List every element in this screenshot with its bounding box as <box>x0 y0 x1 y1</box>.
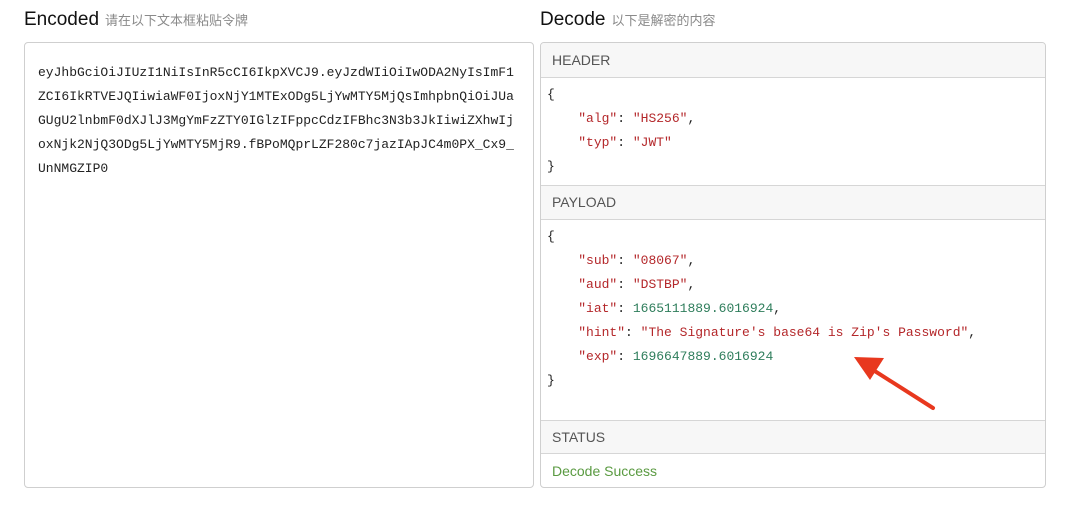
json-key-typ: "typ" <box>578 135 618 150</box>
brace-open: { <box>547 229 555 244</box>
json-value-iat: 1665111889.6016924 <box>632 301 774 316</box>
json-value-typ: "JWT" <box>632 135 672 150</box>
decode-title: Decode 以下是解密的内容 <box>540 9 716 31</box>
encoded-title: Encoded 请在以下文本框粘贴令牌 <box>24 9 248 31</box>
json-key-sub: "sub" <box>578 253 618 268</box>
annotation-arrow-icon <box>854 357 935 410</box>
json-value-hint: "The Signature's base64 is Zip's Passwor… <box>640 325 969 340</box>
json-value-aud: "DSTBP" <box>632 277 688 292</box>
encoded-subtitle: 请在以下文本框粘贴令牌 <box>105 13 249 28</box>
json-key-hint: "hint" <box>578 325 626 340</box>
brace-open: { <box>547 87 555 102</box>
encoded-token-textarea[interactable]: eyJhbGciOiJIUzI1NiIsInR5cCI6IkpXVCJ9.eyJ… <box>24 42 534 488</box>
decode-title-text: Decode <box>540 9 606 30</box>
json-value-sub: "08067" <box>632 253 688 268</box>
json-value-alg: "HS256" <box>632 111 688 126</box>
header-json[interactable]: { "alg": "HS256", "typ": "JWT" } <box>547 83 1037 179</box>
decode-subtitle: 以下是解密的内容 <box>611 13 716 28</box>
json-key-aud: "aud" <box>578 277 618 292</box>
brace-close: } <box>547 373 555 388</box>
json-key-iat: "iat" <box>578 301 618 316</box>
payload-json[interactable]: { "sub": "08067", "aud": "DSTBP", "iat":… <box>547 225 1037 393</box>
brace-close: } <box>547 159 555 174</box>
header-section-label: HEADER <box>541 43 1045 78</box>
json-key-alg: "alg" <box>578 111 618 126</box>
json-value-exp: 1696647889.6016924 <box>632 349 774 364</box>
status-section-label: STATUS <box>541 420 1045 454</box>
decoded-panel: HEADER { "alg": "HS256", "typ": "JWT" } … <box>540 42 1046 488</box>
json-key-exp: "exp" <box>578 349 618 364</box>
encoded-title-text: Encoded <box>24 9 100 30</box>
payload-section-label: PAYLOAD <box>541 185 1045 220</box>
status-success-text: Decode Success <box>552 463 658 479</box>
